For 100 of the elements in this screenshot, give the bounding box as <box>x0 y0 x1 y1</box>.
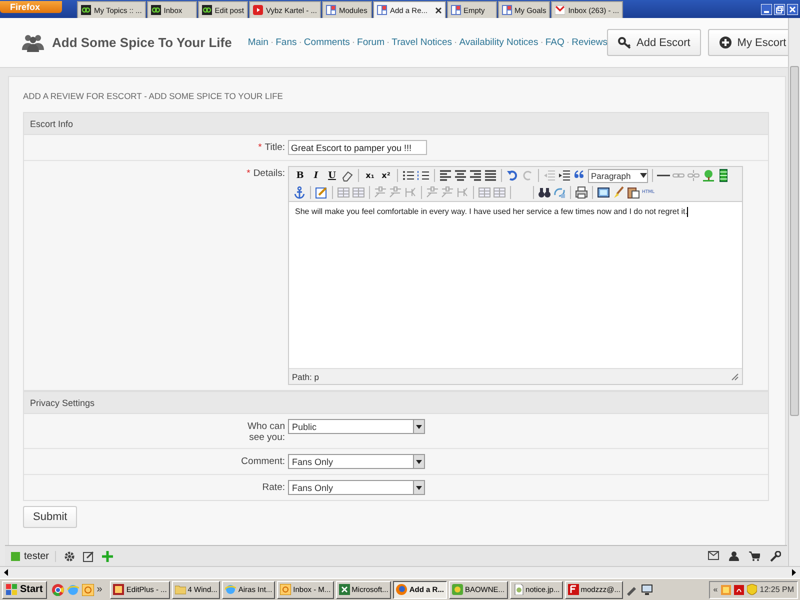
vertical-scrollbar[interactable] <box>788 18 800 566</box>
app-icon[interactable] <box>82 584 94 596</box>
key-icon <box>618 36 632 49</box>
dropdown[interactable]: Public <box>288 419 425 434</box>
cell-icon[interactable] <box>404 186 417 199</box>
section-header: Privacy Settings <box>24 392 768 414</box>
dropdown-arrow-icon <box>416 486 422 490</box>
clock: 12:25 PM <box>760 585 794 594</box>
format-dropdown[interactable]: Paragraph <box>588 168 648 182</box>
ftp-icon <box>568 584 579 595</box>
edit-icon[interactable] <box>315 186 328 199</box>
spreadsheet-icon <box>338 584 350 595</box>
wrench-icon[interactable] <box>770 550 781 562</box>
header-button[interactable]: My Escort <box>708 29 788 56</box>
nav-link[interactable]: Fans <box>276 37 297 48</box>
start-button[interactable]: Start <box>2 580 47 598</box>
browser-icon <box>225 584 236 595</box>
numbered-list-icon[interactable] <box>417 169 430 182</box>
text-cursor <box>687 207 688 217</box>
envelope-icon <box>555 5 566 15</box>
required-mark: * <box>246 168 250 179</box>
app-icon <box>113 584 124 595</box>
link-separator: · <box>454 37 458 48</box>
undo-icon[interactable] <box>506 169 519 182</box>
edit-icon[interactable] <box>83 550 94 562</box>
anchor-icon[interactable] <box>293 186 306 199</box>
link-separator: · <box>352 37 356 48</box>
status-icon <box>11 552 20 560</box>
close-icon[interactable] <box>434 6 442 14</box>
nav-link[interactable]: Main <box>248 37 268 48</box>
envelope-icon[interactable] <box>708 550 719 560</box>
align-left-icon[interactable] <box>439 169 452 182</box>
cart-icon[interactable] <box>749 550 760 560</box>
chrome-icon[interactable] <box>52 584 64 596</box>
align-center-icon[interactable] <box>454 169 467 182</box>
restore-icon[interactable] <box>774 4 785 15</box>
split-cell-icon[interactable] <box>426 186 439 199</box>
field-label: Comment: <box>241 456 285 467</box>
field-label: Who can see you: <box>246 421 285 443</box>
page-heading: ADD A REVIEW FOR ESCORT - ADD SOME SPICE TO YOUR LIFE <box>23 91 284 101</box>
link-separator: · <box>298 37 302 48</box>
site-logo-icon <box>81 5 91 15</box>
nav-link[interactable]: Reviews <box>572 37 608 48</box>
editor-text: She will make you feel comfortable in every way. I have used her service a few times now and I do not regret it. <box>295 207 688 216</box>
nav-link[interactable]: Travel Notices <box>392 37 452 48</box>
scrollbar-thumb[interactable] <box>790 66 799 416</box>
nav-link[interactable]: FAQ <box>545 37 564 48</box>
section-header: Escort Info <box>24 113 768 135</box>
nav-link[interactable]: Availability Notices <box>459 37 538 48</box>
justify-icon[interactable] <box>484 169 497 182</box>
resize-grip-icon[interactable] <box>731 372 739 380</box>
split-cell-icon[interactable] <box>389 186 402 199</box>
submit-button[interactable]: Submit <box>23 506 78 528</box>
site-logo-icon <box>202 5 212 15</box>
more-button[interactable]: » <box>96 584 102 595</box>
game-icon <box>452 584 463 595</box>
split-cell-icon[interactable] <box>441 186 454 199</box>
dropdown[interactable]: Fans Only <box>288 454 425 469</box>
bullet-list-icon[interactable] <box>402 169 415 182</box>
tree-icon[interactable] <box>702 169 715 182</box>
person-icon[interactable] <box>729 550 739 560</box>
firefox-icon <box>396 584 408 595</box>
page-icon <box>326 5 336 15</box>
film-icon[interactable] <box>717 169 730 182</box>
fullscreen-icon[interactable] <box>597 186 610 199</box>
paste-icon[interactable] <box>627 186 640 199</box>
toolbar-button[interactable]: B <box>293 170 307 180</box>
align-right-icon[interactable] <box>469 169 482 182</box>
toolbar-button[interactable]: x₁ <box>363 171 377 180</box>
gear-icon[interactable] <box>64 550 76 562</box>
toolbar-button[interactable]: x² <box>379 171 393 180</box>
mail-icon <box>280 584 292 595</box>
username[interactable]: tester <box>24 550 50 562</box>
eraser-icon[interactable] <box>341 169 354 182</box>
indent-icon[interactable] <box>558 169 571 182</box>
site-logo-icon <box>150 5 161 15</box>
search-icon[interactable] <box>538 186 551 199</box>
minimize-icon[interactable] <box>761 4 772 15</box>
brush-icon[interactable] <box>612 186 625 199</box>
toolbar-button[interactable]: I <box>309 170 323 180</box>
monitor-icon[interactable] <box>641 584 654 596</box>
link-separator: · <box>540 37 544 48</box>
image-file-icon <box>512 584 524 595</box>
page-icon <box>450 5 461 15</box>
field-label: Details: <box>253 168 285 179</box>
header-button[interactable]: Add Escort <box>607 29 702 56</box>
page-icon <box>376 5 387 15</box>
toolbar-button[interactable]: U <box>325 170 339 180</box>
print-icon[interactable] <box>575 186 588 199</box>
dropdown[interactable]: Fans Only <box>288 480 425 495</box>
split-cell-icon[interactable] <box>374 186 387 199</box>
horizontal-scrollbar[interactable] <box>0 566 800 578</box>
nav-link[interactable]: Comments <box>304 37 350 48</box>
cell-icon[interactable] <box>456 186 469 199</box>
pdf-icon[interactable] <box>734 584 744 594</box>
nav-link[interactable]: Forum <box>357 37 384 48</box>
input-field[interactable]: Great Escort to pamper you !!! <box>288 140 427 155</box>
link-separator: · <box>270 37 274 48</box>
tray-toggle[interactable]: « <box>713 585 718 594</box>
video-logo-icon <box>252 5 263 15</box>
